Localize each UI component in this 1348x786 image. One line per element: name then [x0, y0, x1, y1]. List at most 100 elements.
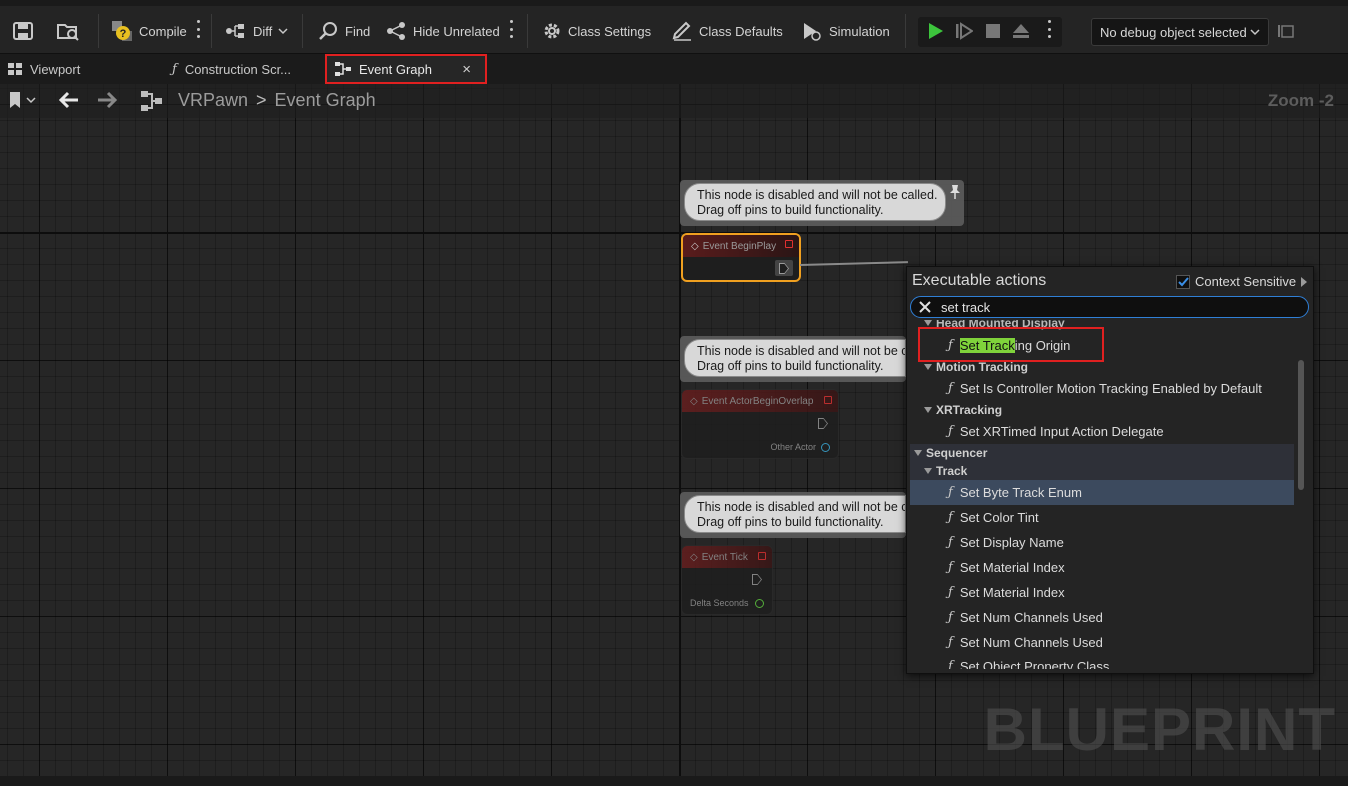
list-item-material-index[interactable]: ƒ Set Material Index [910, 555, 1294, 580]
chevron-down-icon [1250, 29, 1260, 36]
arrow-left-icon [58, 91, 78, 109]
item-label: Set XRTimed Input Action Delegate [959, 424, 1164, 439]
list-item-num-channels[interactable]: ƒ Set Num Channels Used [910, 605, 1294, 630]
viewport-icon [8, 63, 22, 75]
item-label: Set Color Tint [959, 510, 1039, 525]
function-icon: ƒ [948, 485, 953, 500]
breadcrumb: VRPawn > Event Graph [178, 90, 376, 111]
category-sequencer-label: Sequencer [926, 446, 988, 460]
top-strip [0, 0, 1348, 6]
clear-search-icon[interactable] [919, 301, 931, 313]
hide-unrelated-button[interactable]: Hide Unrelated [385, 14, 500, 48]
list-item-color-tint[interactable]: ƒ Set Color Tint [910, 505, 1294, 530]
comment-line-2: Drag off pins to build functionality. [697, 515, 884, 529]
chevron-right-icon [1301, 276, 1308, 287]
tab-construction-script[interactable]: ƒ Construction Scr... [172, 54, 291, 84]
graph-type-icon [140, 90, 164, 115]
pin-icon[interactable] [949, 184, 961, 200]
find-label: Find [345, 23, 371, 39]
list-item-num-channels[interactable]: ƒ Set Num Channels Used [910, 630, 1294, 655]
tab-viewport[interactable]: Viewport [8, 54, 80, 84]
event-actor-begin-overlap-node[interactable]: ◇ Event ActorBeginOverlap Other Actor [681, 389, 839, 459]
simulation-button[interactable]: Simulation [801, 14, 890, 48]
event-beginplay-node[interactable]: ◇ Event BeginPlay [681, 233, 801, 282]
breadcrumb-separator: > [256, 90, 267, 110]
simulation-icon [804, 23, 821, 41]
step-button[interactable] [955, 14, 973, 48]
forward-button[interactable] [96, 90, 118, 113]
zoom-level: Zoom -2 [1267, 91, 1334, 110]
eject-button[interactable] [1011, 14, 1031, 48]
debug-filter-button[interactable] [1277, 14, 1295, 48]
stop-button[interactable] [985, 14, 1001, 48]
delegate-pin[interactable] [785, 240, 793, 248]
item-label: Set Display Name [959, 535, 1064, 550]
list-item-display-name[interactable]: ƒ Set Display Name [910, 530, 1294, 555]
save-button[interactable] [12, 14, 34, 48]
action-search-input[interactable]: set track [910, 296, 1309, 318]
exec-out-pin[interactable] [818, 418, 828, 429]
toolbar-divider [527, 14, 528, 48]
comment-line-1: This node is disabled and will not be ca… [697, 344, 905, 358]
search-value: set track [941, 299, 991, 315]
category-motion-tracking[interactable]: Motion Tracking [924, 360, 1028, 374]
event-tick-title: Event Tick [701, 551, 748, 563]
event-graph-icon [335, 62, 351, 76]
save-icon [13, 22, 33, 40]
expand-triangle-icon [924, 468, 932, 474]
delta-seconds-label: Delta Seconds [690, 598, 749, 608]
category-sequencer[interactable]: Sequencer [914, 446, 987, 460]
browse-button[interactable] [56, 14, 80, 48]
stop-icon [986, 24, 1000, 38]
item-label: Set Byte Track Enum [959, 485, 1082, 500]
category-track[interactable]: Track [924, 464, 967, 478]
function-icon: ƒ [172, 61, 177, 77]
event-tick-node[interactable]: ◇ Event Tick Delta Seconds [681, 545, 773, 615]
find-button[interactable]: Find [317, 14, 370, 48]
tab-construction-label: Construction Scr... [184, 61, 292, 77]
action-list-scrollbar[interactable] [1298, 360, 1304, 490]
list-item-xr[interactable]: ƒ Set XRTimed Input Action Delegate [910, 419, 1294, 444]
comment-line-2: Drag off pins to build functionality. [697, 359, 884, 373]
close-icon[interactable]: × [462, 61, 471, 78]
context-sensitive-checkbox[interactable] [1176, 274, 1190, 289]
diff-button[interactable]: Diff [225, 14, 288, 48]
compile-button[interactable]: ? Compile [111, 14, 187, 48]
toolbar-divider [905, 14, 906, 48]
delta-seconds-pin[interactable] [755, 599, 764, 608]
chevron-down-icon [26, 97, 36, 104]
exec-out-pin[interactable] [752, 574, 762, 585]
list-item-object-property-clip: ƒ Set Object Property Class [910, 655, 1294, 669]
breadcrumb-root[interactable]: VRPawn [178, 90, 248, 111]
delegate-pin[interactable] [758, 552, 766, 560]
hide-unrelated-options-menu[interactable] [509, 20, 513, 38]
tab-event-graph[interactable]: Event Graph × [325, 54, 487, 84]
debug-filter-icon [1278, 25, 1294, 38]
back-button[interactable] [58, 90, 80, 113]
class-defaults-button[interactable]: Class Defaults [671, 14, 783, 48]
function-icon: ƒ [948, 424, 953, 439]
expand-triangle-icon [924, 407, 932, 413]
play-button[interactable] [926, 14, 944, 48]
chevron-down-icon [278, 28, 288, 35]
delegate-pin[interactable] [824, 396, 832, 404]
comment-line-2: Drag off pins to build functionality. [697, 203, 884, 217]
list-item-byte-track[interactable]: ƒ Set Byte Track Enum [910, 480, 1294, 505]
popup-title: Executable actions [912, 272, 1047, 289]
list-item-material-index[interactable]: ƒ Set Material Index [910, 580, 1294, 605]
category-track-label: Track [936, 464, 968, 478]
other-actor-pin[interactable] [821, 443, 830, 452]
bookmark-button[interactable] [8, 91, 36, 109]
svg-text:?: ? [120, 28, 127, 40]
function-icon: ƒ [948, 381, 953, 396]
hide-unrelated-label: Hide Unrelated [413, 23, 500, 39]
context-sensitive-toggle[interactable]: Context Sensitive [1176, 274, 1308, 289]
debug-object-select[interactable]: No debug object selected [1091, 18, 1269, 46]
disabled-node-comment: This node is disabled and will not be ca… [684, 339, 906, 377]
play-options-menu[interactable] [1047, 20, 1051, 38]
class-settings-button[interactable]: Class Settings [542, 14, 651, 48]
category-xr-tracking[interactable]: XRTracking [924, 403, 1002, 417]
list-item-motion[interactable]: ƒ Set Is Controller Motion Tracking Enabl… [910, 376, 1294, 401]
compile-options-menu[interactable] [196, 20, 200, 38]
list-item-object-property[interactable]: ƒ Set Object Property Class [910, 655, 1294, 669]
